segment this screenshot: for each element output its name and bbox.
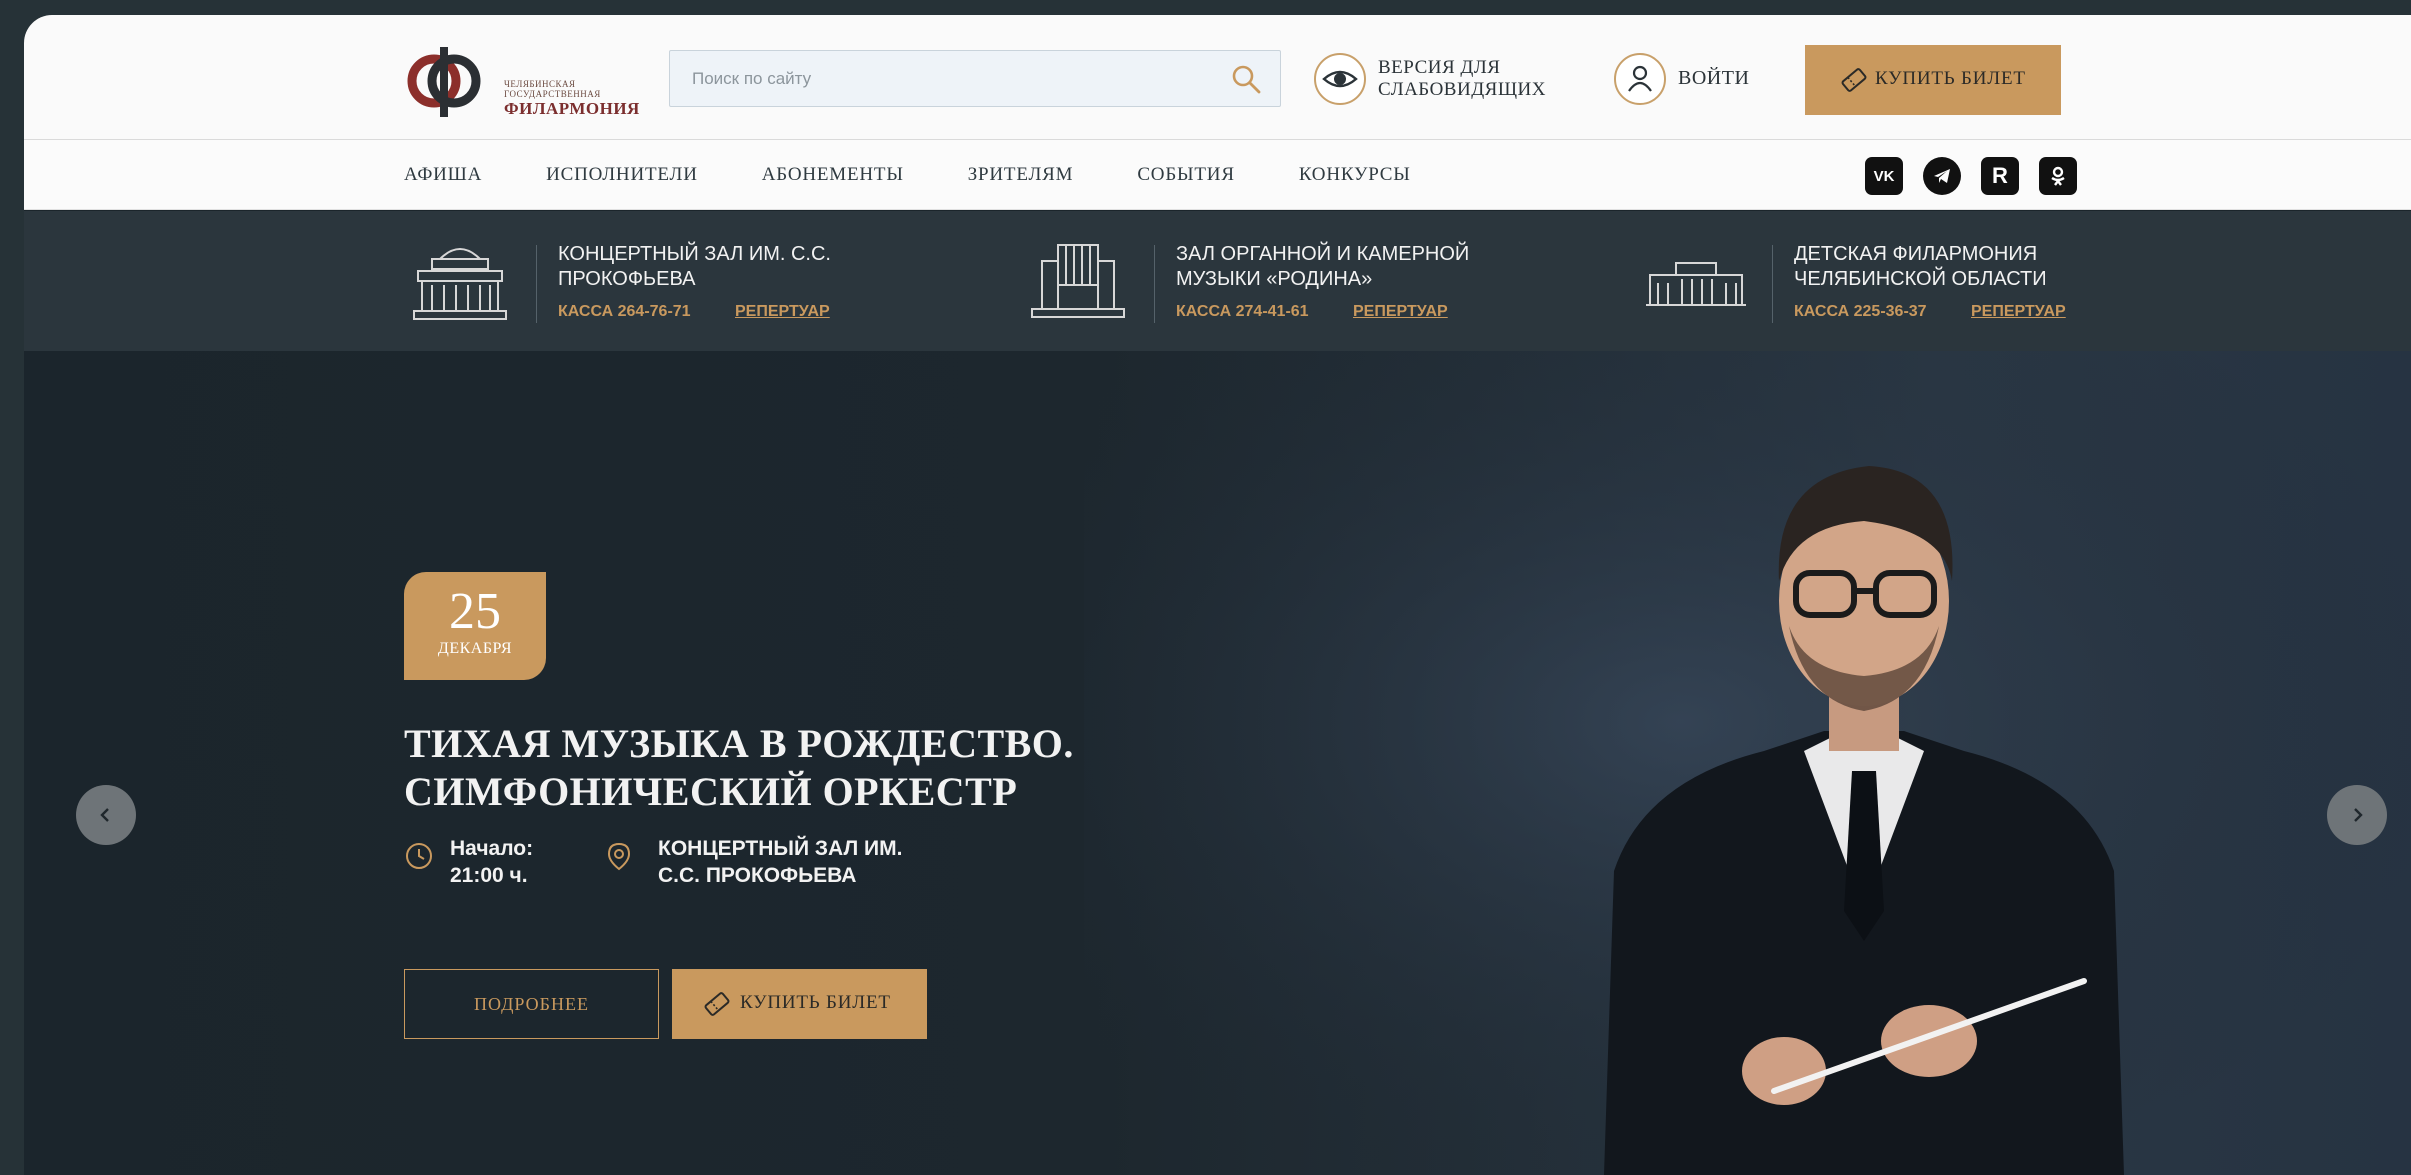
hall-divider bbox=[536, 245, 537, 323]
slider-prev-button[interactable] bbox=[76, 785, 136, 845]
low-vision-version-button[interactable]: ВЕРСИЯ ДЛЯ СЛАБОВИДЯЩИХ bbox=[1314, 51, 1564, 107]
hall-prokofiev: КОНЦЕРТНЫЙ ЗАЛ ИМ. С.С. ПРОКОФЬЕВА КАССА… bbox=[410, 211, 930, 351]
main-nav: АФИША ИСПОЛНИТЕЛИ АБОНЕМЕНТЫ ЗРИТЕЛЯМ СО… bbox=[24, 140, 2411, 210]
nav-item-events[interactable]: СОБЫТИЯ bbox=[1137, 140, 1234, 210]
vk-glyph: VK bbox=[1873, 167, 1895, 185]
details-button[interactable]: ПОДРОБНЕЕ bbox=[404, 969, 659, 1039]
event-title-line2: СИМФОНИЧЕСКИЙ ОРКЕСТР bbox=[404, 769, 1018, 814]
hall-phone: КАССА 264-76-71 bbox=[558, 303, 691, 320]
low-vision-label: ВЕРСИЯ ДЛЯ СЛАБОВИДЯЩИХ bbox=[1378, 57, 1546, 100]
event-start-label: Начало: bbox=[450, 837, 534, 860]
location-pin-icon bbox=[607, 842, 631, 871]
hall-divider bbox=[1772, 245, 1773, 323]
nav-list: АФИША ИСПОЛНИТЕЛИ АБОНЕМЕНТЫ ЗРИТЕЛЯМ СО… bbox=[404, 140, 1475, 210]
site-logo[interactable]: ЧЕЛЯБИНСКАЯ ГОСУДАРСТВЕННАЯ ФИЛАРМОНИЯ bbox=[404, 41, 644, 121]
telegram-icon[interactable] bbox=[1923, 157, 1961, 195]
conductor-photo bbox=[1084, 351, 2411, 1175]
buy-ticket-label: КУПИТЬ БИЛЕТ bbox=[740, 992, 891, 1013]
user-icon bbox=[1628, 65, 1652, 92]
concert-hall-icon bbox=[413, 248, 507, 320]
halls-strip: КОНЦЕРТНЫЙ ЗАЛ ИМ. С.С. ПРОКОФЬЕВА КАССА… bbox=[24, 211, 2411, 351]
logo-text: ЧЕЛЯБИНСКАЯ ГОСУДАРСТВЕННАЯ ФИЛАРМОНИЯ bbox=[504, 79, 640, 119]
hall-phone: КАССА 225-36-37 bbox=[1794, 303, 1927, 320]
nav-item-performers[interactable]: ИСПОЛНИТЕЛИ bbox=[546, 140, 698, 210]
clock-icon bbox=[406, 843, 432, 869]
hall-repertoire-link[interactable]: РЕПЕРТУАР bbox=[1971, 303, 2066, 321]
hall-name: ДЕТСКАЯ ФИЛАРМОНИЯ ЧЕЛЯБИНСКОЙ ОБЛАСТИ bbox=[1794, 243, 2047, 290]
social-links: VK R bbox=[1845, 157, 2077, 195]
eye-icon-wrap bbox=[1314, 53, 1366, 105]
event-meta: Начало: 21:00 ч. КОНЦЕРТНЫЙ ЗАЛ ИМ. С.С.… bbox=[404, 835, 1104, 895]
hall-repertoire-link[interactable]: РЕПЕРТУАР bbox=[735, 303, 830, 321]
search-icon[interactable] bbox=[1230, 63, 1262, 95]
logo-line2: ГОСУДАРСТВЕННАЯ bbox=[504, 89, 601, 99]
children-hall-icon bbox=[1646, 262, 1746, 306]
event-title-line1: ТИХАЯ МУЗЫКА В РОЖДЕСТВО. bbox=[404, 721, 1074, 766]
organ-hall-icon bbox=[1031, 244, 1125, 318]
event-venue: КОНЦЕРТНЫЙ ЗАЛ ИМ. С.С. ПРОКОФЬЕВА bbox=[658, 835, 902, 889]
event-date-badge: 25 ДЕКАБРЯ bbox=[404, 572, 546, 680]
details-label: ПОДРОБНЕЕ bbox=[474, 994, 589, 1014]
event-date-month: ДЕКАБРЯ bbox=[437, 640, 513, 657]
telegram-glyph bbox=[1934, 169, 1950, 183]
eye-icon bbox=[1322, 70, 1358, 88]
hall-rodina: ЗАЛ ОРГАННОЙ И КАМЕРНОЙ МУЗЫКИ «РОДИНА» … bbox=[1028, 211, 1548, 351]
vk-icon[interactable]: VK bbox=[1865, 157, 1903, 195]
philharmonic-logo-icon bbox=[407, 47, 481, 117]
buy-ticket-button-hero[interactable]: КУПИТЬ БИЛЕТ bbox=[672, 969, 927, 1039]
site-header: ЧЕЛЯБИНСКАЯ ГОСУДАРСТВЕННАЯ ФИЛАРМОНИЯ В… bbox=[24, 15, 2411, 140]
buy-ticket-button-header[interactable]: КУПИТЬ БИЛЕТ bbox=[1805, 45, 2061, 115]
event-venue-line1: КОНЦЕРТНЫЙ ЗАЛ ИМ. bbox=[658, 837, 903, 860]
event-start-time: 21:00 ч. bbox=[450, 864, 528, 887]
ticket-icon bbox=[1841, 68, 1867, 92]
search-input[interactable] bbox=[670, 51, 1210, 106]
logo-line1: ЧЕЛЯБИНСКАЯ bbox=[504, 79, 576, 89]
nav-item-contests[interactable]: КОНКУРСЫ bbox=[1299, 140, 1411, 210]
nav-item-subscriptions[interactable]: АБОНЕМЕНТЫ bbox=[762, 140, 904, 210]
event-venue-line2: С.С. ПРОКОФЬЕВА bbox=[658, 864, 857, 887]
chevron-left-icon bbox=[100, 808, 109, 822]
buy-ticket-label: КУПИТЬ БИЛЕТ bbox=[1875, 68, 2026, 89]
hall-children: ДЕТСКАЯ ФИЛАРМОНИЯ ЧЕЛЯБИНСКОЙ ОБЛАСТИ К… bbox=[1646, 211, 2166, 351]
user-icon-wrap bbox=[1614, 53, 1666, 105]
login-label: ВОЙТИ bbox=[1678, 67, 1750, 89]
logo-line3: ФИЛАРМОНИЯ bbox=[504, 99, 640, 118]
chevron-right-icon bbox=[2354, 808, 2363, 822]
event-date-day: 25 bbox=[449, 583, 501, 640]
rutube-glyph: R bbox=[1992, 163, 2008, 188]
event-start: Начало: 21:00 ч. bbox=[450, 835, 533, 889]
hall-name: КОНЦЕРТНЫЙ ЗАЛ ИМ. С.С. ПРОКОФЬЕВА bbox=[558, 243, 831, 290]
hall-name: ЗАЛ ОРГАННОЙ И КАМЕРНОЙ МУЗЫКИ «РОДИНА» bbox=[1176, 243, 1470, 290]
login-button[interactable]: ВОЙТИ bbox=[1614, 51, 1764, 107]
ticket-icon bbox=[704, 992, 730, 1016]
hero-slider: 25 ДЕКАБРЯ ТИХАЯ МУЗЫКА В РОЖДЕСТВО. СИМ… bbox=[24, 351, 2411, 1175]
browser-frame: ЧЕЛЯБИНСКАЯ ГОСУДАРСТВЕННАЯ ФИЛАРМОНИЯ В… bbox=[24, 15, 2411, 1175]
nav-item-visitors[interactable]: ЗРИТЕЛЯМ bbox=[968, 140, 1074, 210]
hall-divider bbox=[1154, 245, 1155, 323]
odnoklassniki-icon[interactable] bbox=[2039, 157, 2077, 195]
search-box bbox=[669, 50, 1281, 107]
event-title: ТИХАЯ МУЗЫКА В РОЖДЕСТВО. СИМФОНИЧЕСКИЙ … bbox=[404, 720, 1104, 816]
odnoklassniki-glyph bbox=[2051, 166, 2065, 186]
slider-next-button[interactable] bbox=[2327, 785, 2387, 845]
hall-repertoire-link[interactable]: РЕПЕРТУАР bbox=[1353, 303, 1448, 321]
hall-phone: КАССА 274-41-61 bbox=[1176, 303, 1309, 320]
rutube-icon[interactable]: R bbox=[1981, 157, 2019, 195]
nav-item-afisha[interactable]: АФИША bbox=[404, 140, 482, 210]
